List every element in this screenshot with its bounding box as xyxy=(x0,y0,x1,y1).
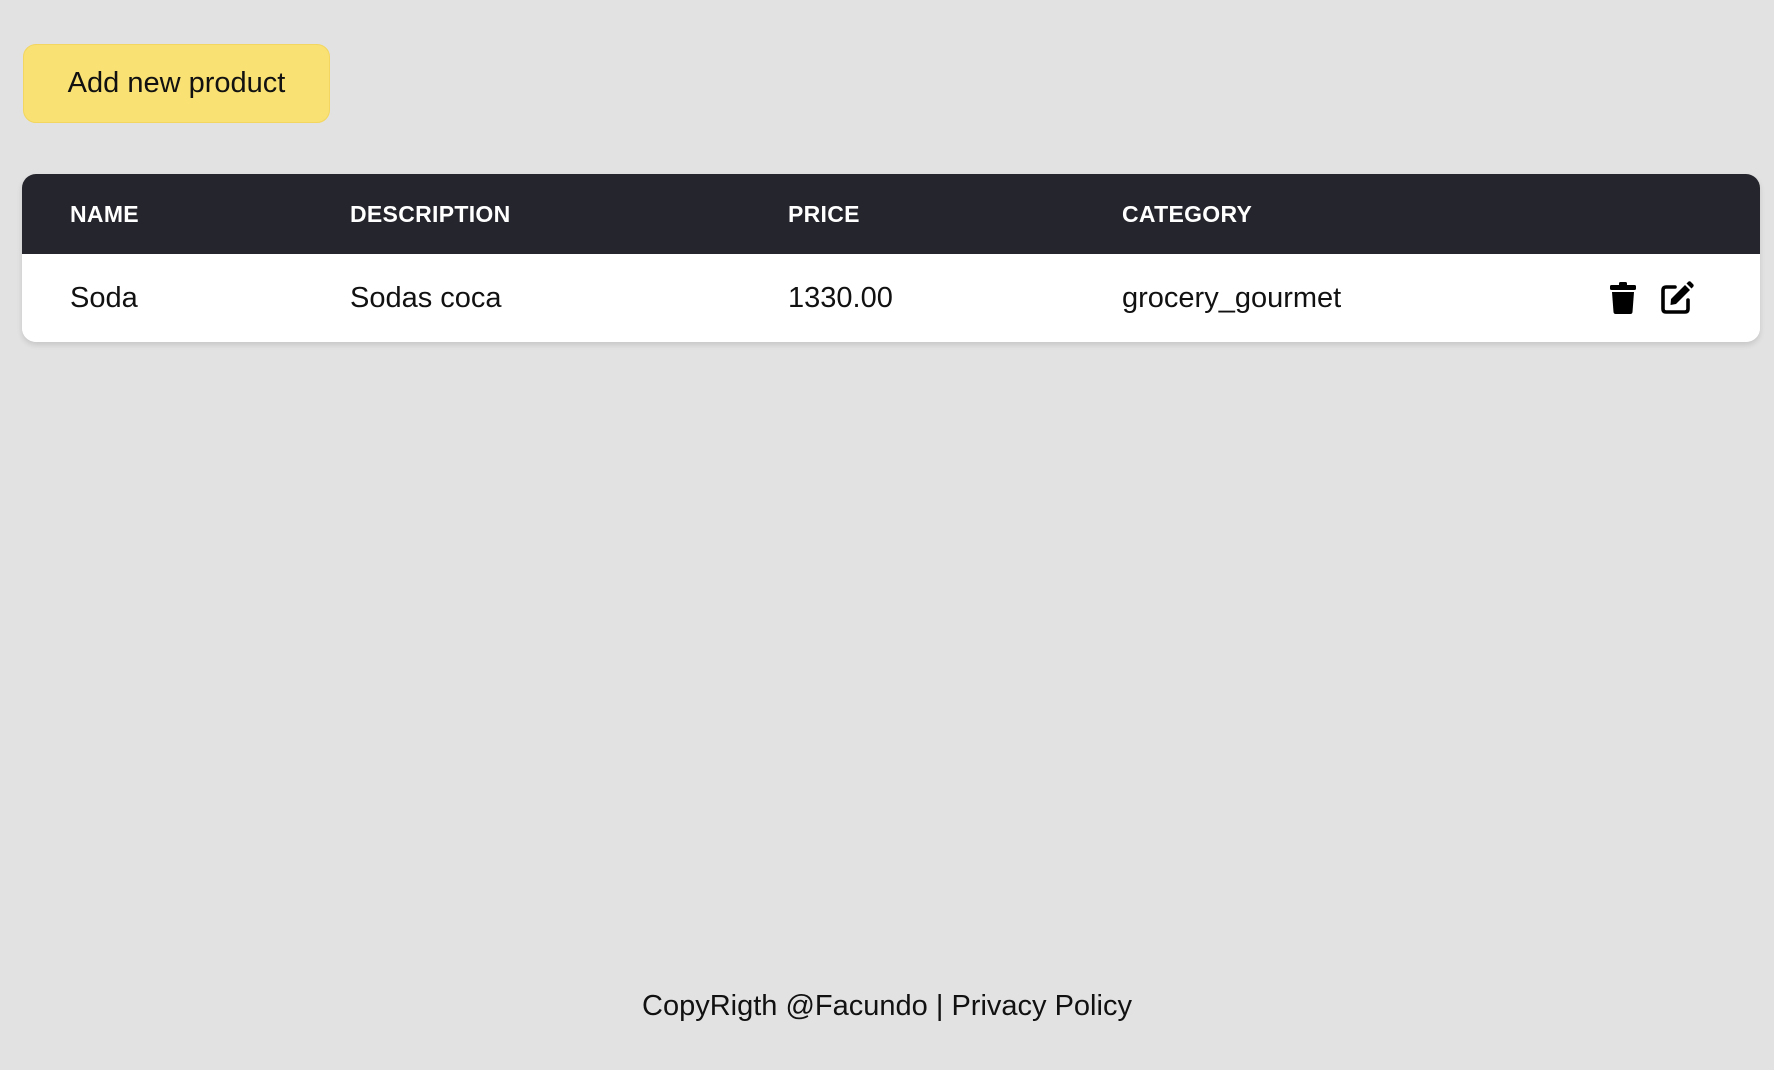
footer-copyright: CopyRigth @Facundo xyxy=(642,990,928,1022)
cell-price: 1330.00 xyxy=(788,282,893,314)
table-row: Soda Sodas coca 1330.00 grocery_gourmet xyxy=(22,254,1760,342)
cell-description: Sodas coca xyxy=(350,282,502,314)
privacy-policy-link[interactable]: Privacy Policy xyxy=(951,990,1132,1022)
cell-name: Soda xyxy=(70,282,138,314)
footer-separator: | xyxy=(927,990,952,1022)
trash-icon[interactable] xyxy=(1606,281,1640,315)
header-description: DESCRIPTION xyxy=(350,201,511,227)
products-table: NAME DESCRIPTION PRICE CATEGORY Soda Sod… xyxy=(22,174,1760,342)
header-category: CATEGORY xyxy=(1122,201,1253,227)
header-name: NAME xyxy=(70,201,139,227)
edit-icon[interactable] xyxy=(1660,281,1694,315)
table-header: NAME DESCRIPTION PRICE CATEGORY xyxy=(22,174,1760,254)
footer: CopyRigth @Facundo | Privacy Policy xyxy=(0,990,1774,1023)
header-price: PRICE xyxy=(788,201,860,227)
cell-category: grocery_gourmet xyxy=(1122,282,1342,314)
add-new-product-button[interactable]: Add new product xyxy=(23,44,330,123)
